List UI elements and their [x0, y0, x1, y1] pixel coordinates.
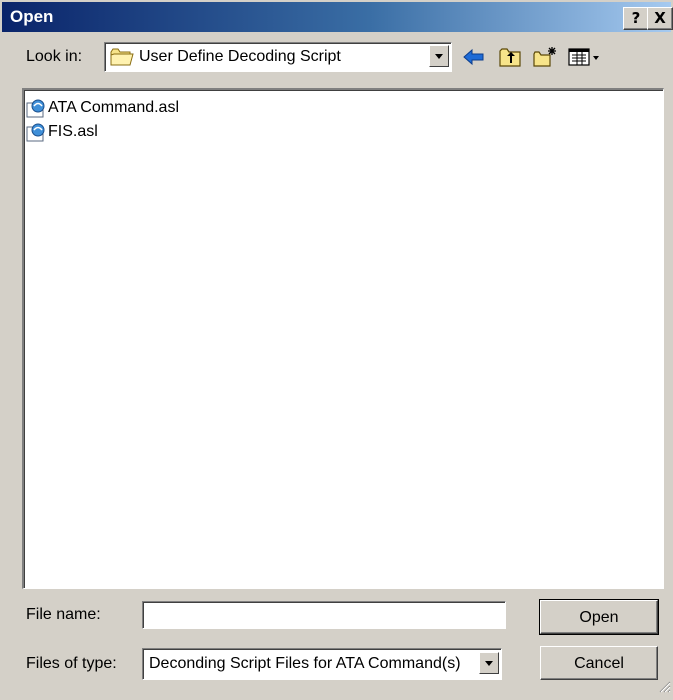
resize-grip-icon[interactable] — [657, 679, 671, 698]
folder-icon — [110, 47, 134, 72]
cancel-button[interactable]: Cancel — [540, 646, 658, 680]
filename-label: File name: — [26, 606, 101, 623]
filetype-value: Deconding Script Files for ATA Command(s… — [149, 655, 461, 672]
back-arrow-icon[interactable] — [462, 46, 486, 73]
view-menu-icon[interactable] — [568, 46, 602, 73]
up-folder-icon[interactable] — [498, 46, 522, 73]
new-folder-icon[interactable] — [532, 46, 558, 73]
help-button[interactable]: ? — [623, 7, 649, 30]
open-button[interactable]: Open — [539, 599, 659, 635]
filetype-dropdown[interactable]: Deconding Script Files for ATA Command(s… — [142, 648, 502, 680]
script-file-icon — [26, 123, 46, 148]
title-bar[interactable]: Open ? X — [2, 2, 673, 32]
lookin-dropdown-arrow-icon[interactable] — [429, 45, 449, 67]
close-button[interactable]: X — [647, 7, 673, 30]
file-list[interactable]: ATA Command.asl FIS.asl — [22, 88, 664, 589]
dialog-title: Open — [10, 7, 54, 26]
lookin-dropdown[interactable]: User Define Decoding Script — [104, 42, 452, 72]
filetype-label: Files of type: — [26, 655, 117, 672]
lookin-value: User Define Decoding Script — [139, 48, 341, 65]
open-dialog: Open ? X Look in: User Define Decoding S… — [0, 0, 673, 700]
filename-input[interactable] — [142, 601, 506, 629]
file-name: ATA Command.asl — [48, 99, 180, 116]
filetype-dropdown-arrow-icon[interactable] — [479, 652, 499, 674]
file-name: FIS.asl — [48, 123, 98, 140]
script-file-icon — [26, 99, 46, 124]
lookin-label: Look in: — [26, 48, 83, 65]
